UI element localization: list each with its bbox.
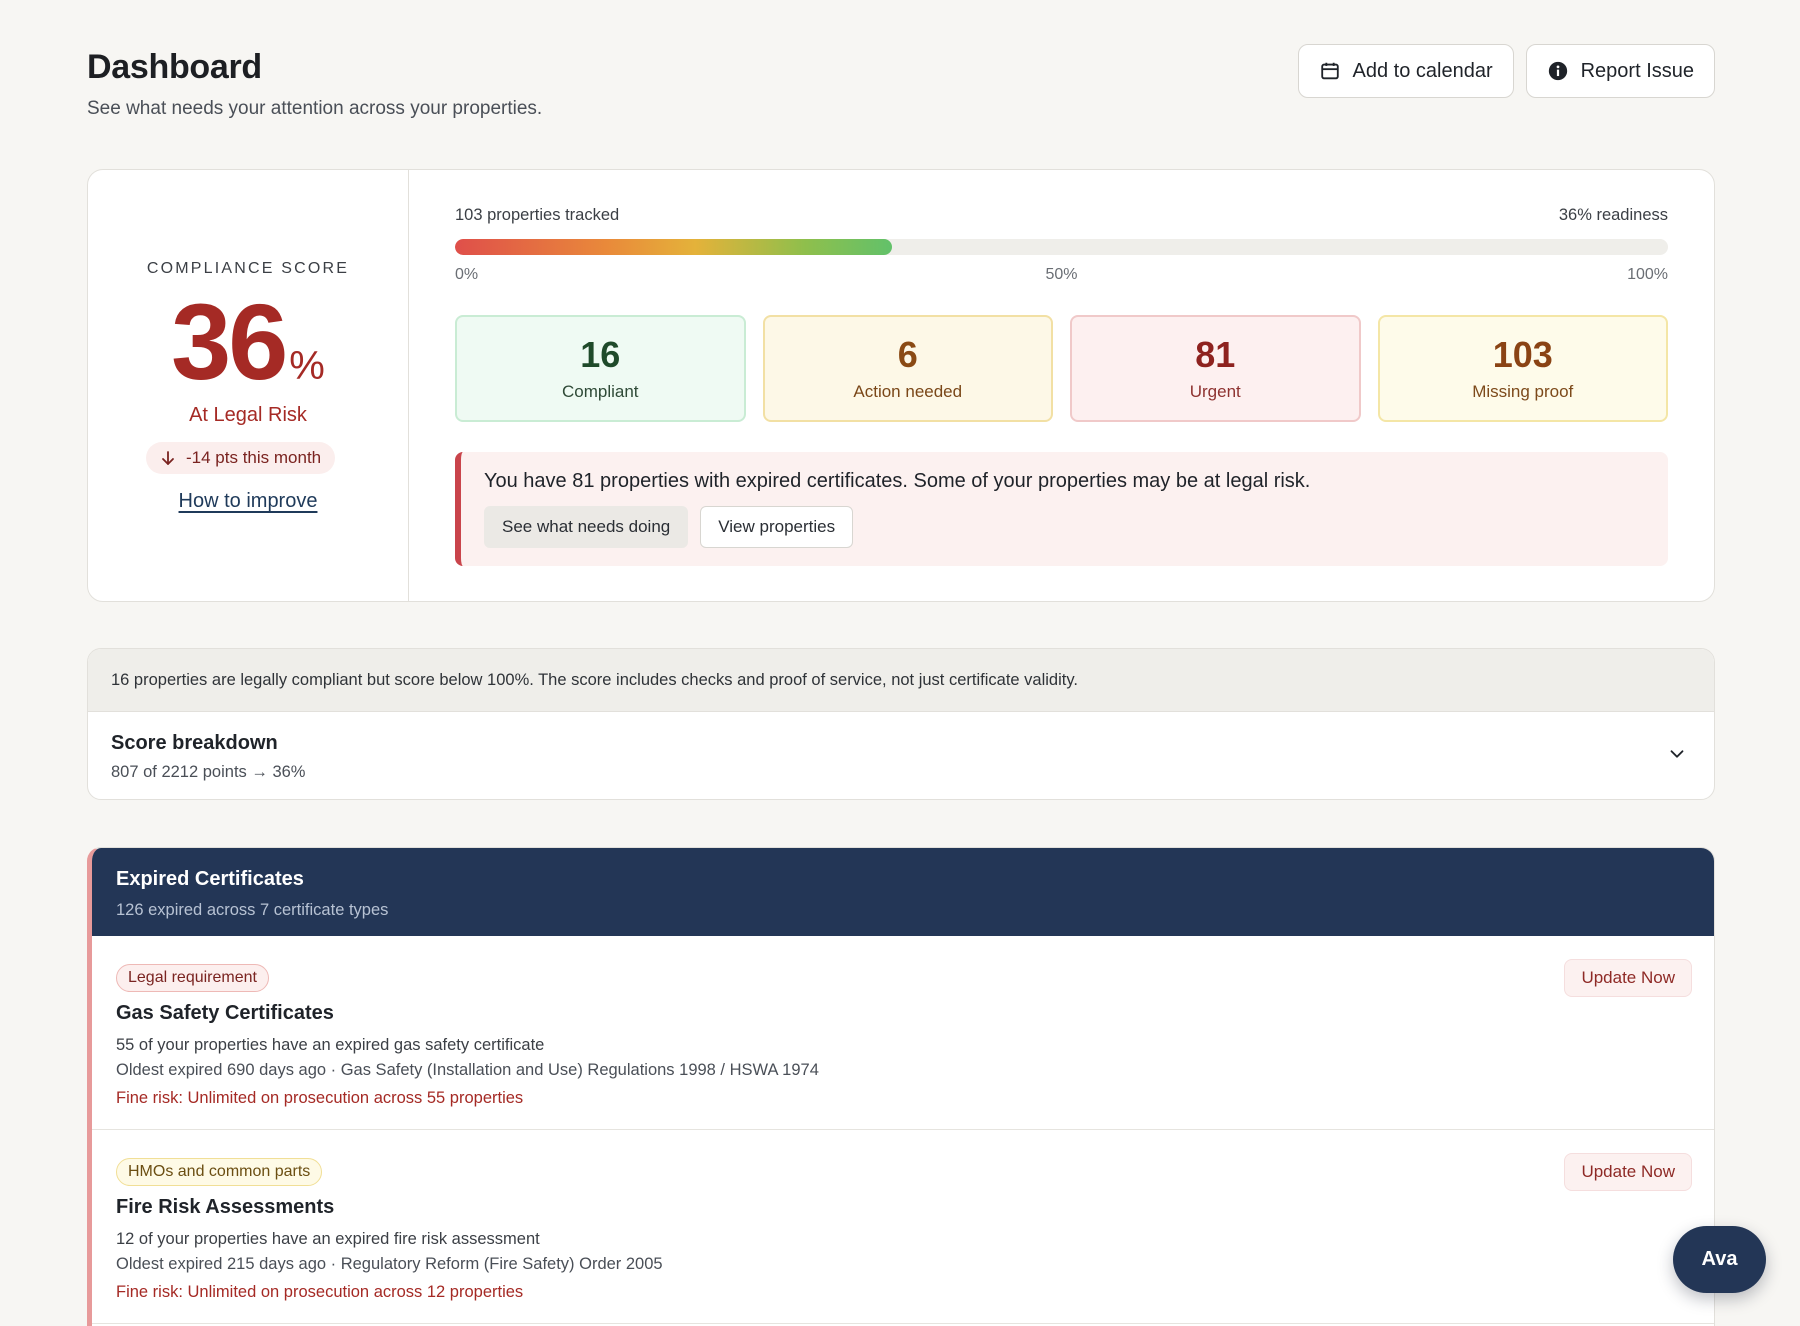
alert-message: You have 81 properties with expired cert… [484,470,1311,492]
properties-tracked: 103 properties tracked [455,206,620,224]
readiness-percent: 36% readiness [1558,206,1668,224]
dashboard-page: Dashboard See what needs your attention … [87,0,1715,1326]
stat-compliant-label: Compliant [561,382,639,402]
expired-certificates-header: Expired Certificates 126 expired across … [92,848,1714,936]
legal-risk-alert: You have 81 properties with expired cert… [455,452,1668,566]
list-item: HMOs and common parts Fire Risk Assessme… [92,1130,1714,1324]
update-now-button[interactable]: Update Now [1564,959,1692,997]
certificate-title: Gas Safety Certificates [116,1002,334,1024]
certificate-description: 55 of your properties have an expired ga… [116,1036,545,1054]
certificate-description: 12 of your properties have an expired fi… [116,1230,540,1248]
readiness-progress-fill [455,239,892,255]
stat-grid: 16 Compliant 6 Action needed 81 Urgent 1… [455,315,1668,422]
page-title: Dashboard [87,48,262,86]
score-breakdown-title: Score breakdown [111,732,278,754]
progress-tick-100: 100% [1627,266,1668,283]
view-properties-button[interactable]: View properties [700,506,854,548]
stat-action-needed[interactable]: 6 Action needed [762,315,1053,422]
compliance-status: At Legal Risk [189,404,307,426]
alert-actions: See what needs doing View properties [484,506,854,548]
stat-compliant[interactable]: 16 Compliant [455,315,746,422]
readiness-summary: 103 properties tracked 36% readiness [455,206,1668,225]
compliance-score-unit: % [289,344,325,388]
readiness-progress-bar [455,239,1668,255]
stat-missing-proof-value: 103 [1492,333,1553,375]
category-tag: HMOs and common parts [116,1158,323,1186]
progress-tick-50: 50% [1045,266,1078,283]
expired-certificates-title: Expired Certificates [116,868,304,890]
calendar-icon [1320,62,1339,80]
arrow-down-icon [162,451,174,465]
report-issue-button[interactable]: Report Issue [1525,44,1715,98]
expired-certificates-section: Expired Certificates 126 expired across … [87,847,1715,1326]
stat-urgent-label: Urgent [1189,382,1241,402]
fine-risk: Fine risk: Unlimited on prosecution acro… [116,1283,524,1301]
page-header: Dashboard See what needs your attention … [87,0,1715,150]
progress-tick-0: 0% [455,266,479,283]
fine-risk: Fine risk: Unlimited on prosecution acro… [116,1089,524,1107]
progress-ticks: 0% 50% 100% [455,266,1668,286]
score-delta-badge: -14 pts this month [146,442,336,474]
compliance-score-number: 36 [171,281,288,402]
compliance-score-panel: COMPLIANCE SCORE 36 % At Legal Risk -14 … [88,170,409,601]
list-item: Legal requirement Gas Safety Certificate… [92,936,1714,1130]
header-actions: Add to calendar Report Issue [1297,44,1715,98]
stat-missing-proof-label: Missing proof [1472,382,1574,402]
certificate-title: Fire Risk Assessments [116,1196,335,1218]
page-subtitle: See what needs your attention across you… [87,98,543,119]
add-to-calendar-button[interactable]: Add to calendar [1297,44,1514,98]
category-tag: Legal requirement [116,964,269,992]
report-issue-label: Report Issue [1580,59,1694,82]
compliance-score-label: COMPLIANCE SCORE [146,260,350,277]
info-icon [1548,61,1567,81]
score-breakdown-summary: 807 of 2212 points → 36% [111,763,306,781]
stat-action-needed-value: 6 [897,333,918,375]
stat-urgent-value: 81 [1195,333,1236,375]
how-to-improve-link[interactable]: How to improve [88,490,408,513]
expired-certificates-subtitle: 126 expired across 7 certificate types [116,901,389,919]
stat-missing-proof[interactable]: 103 Missing proof [1377,315,1668,422]
score-info-banner: 16 properties are legally compliant but … [88,649,1714,712]
readiness-panel: 103 properties tracked 36% readiness 0% … [409,170,1714,601]
compliance-score-card: COMPLIANCE SCORE 36 % At Legal Risk -14 … [87,169,1715,602]
score-breakdown-toggle[interactable]: Score breakdown 807 of 2212 points → 36% [88,712,1714,799]
chevron-down-icon[interactable] [1666,743,1688,765]
score-info-card: 16 properties are legally compliant but … [87,648,1715,800]
ava-assistant-button[interactable]: Ava [1673,1226,1766,1293]
certificate-meta: Oldest expired 690 days ago · Gas Safety… [116,1061,819,1079]
stat-urgent[interactable]: 81 Urgent [1070,315,1361,422]
add-to-calendar-label: Add to calendar [1352,59,1493,82]
certificate-meta: Oldest expired 215 days ago · Regulatory… [116,1255,663,1273]
update-now-button[interactable]: Update Now [1564,1153,1692,1191]
compliance-score-value: 36 % [88,288,408,396]
stat-compliant-value: 16 [580,333,621,375]
see-what-needs-doing-button[interactable]: See what needs doing [484,506,689,548]
stat-action-needed-label: Action needed [853,382,963,402]
score-delta-text: -14 pts this month [186,448,322,467]
